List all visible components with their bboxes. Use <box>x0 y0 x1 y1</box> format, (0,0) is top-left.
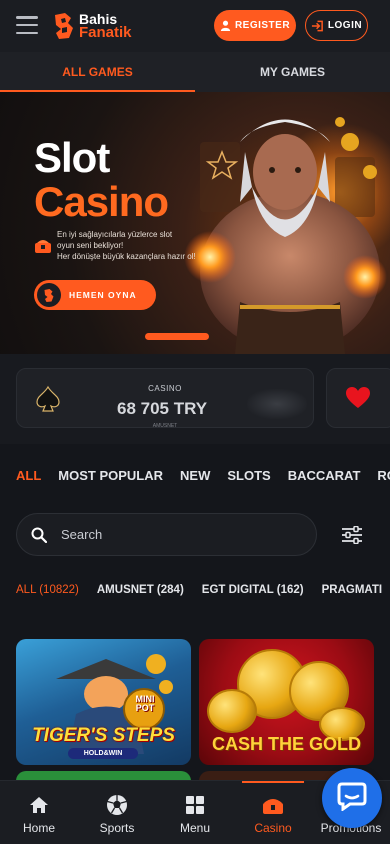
brand-mark-icon <box>37 283 61 307</box>
brand-logo[interactable]: Bahis Fanatik <box>52 10 142 42</box>
game-tile-cash-the-gold[interactable]: CASH THE GOLD <box>199 639 374 765</box>
nav-sports[interactable]: Sports <box>78 781 156 844</box>
hamburger-menu-icon[interactable] <box>16 16 38 34</box>
tab-all-games[interactable]: ALL GAMES <box>0 52 195 92</box>
game-badge: MINI POT <box>135 694 155 713</box>
nav-label: Sports <box>99 821 135 835</box>
category-filter: ALL MOST POPULAR NEW SLOTS BACCARAT RO <box>16 462 390 490</box>
banner-title-slot: Slot <box>34 134 110 181</box>
home-icon <box>29 794 49 816</box>
nav-menu[interactable]: Menu <box>156 781 234 844</box>
login-icon <box>311 20 324 32</box>
nav-label: Casino <box>254 821 292 835</box>
banner-desc-line: Her dönüşte büyük kazançlara hazır ol! <box>57 252 196 261</box>
provider-filter: ALL (10822) AMUSNET (284) EGT DIGITAL (1… <box>16 580 390 600</box>
live-chat-button[interactable] <box>322 768 382 828</box>
provider-egt-digital[interactable]: EGT DIGITAL (162) <box>202 580 304 600</box>
logo-mark-icon <box>52 11 76 41</box>
game-title: TIGER'S STEPS <box>32 725 175 746</box>
casino-chest-icon <box>34 237 52 255</box>
chat-bubble-icon <box>336 781 368 816</box>
nav-label: Menu <box>179 821 211 835</box>
nav-casino[interactable]: Casino <box>234 781 312 844</box>
nav-home[interactable]: Home <box>0 781 78 844</box>
register-button[interactable]: REGISTER <box>214 10 296 41</box>
tab-my-games[interactable]: MY GAMES <box>195 52 390 92</box>
search-bar <box>16 513 317 556</box>
nav-label: Home <box>22 821 55 835</box>
category-slots[interactable]: SLOTS <box>227 462 270 490</box>
app-header: Bahis Fanatik REGISTER LOGIN <box>0 0 390 52</box>
banner-description: En iyi sağlayıcılarla yüzlerce slot oyun… <box>57 229 217 262</box>
game-subtitle: HOLD&WIN <box>68 748 138 759</box>
user-icon <box>220 20 231 31</box>
category-roulette[interactable]: RO <box>377 462 390 490</box>
gold-coin-icon <box>207 689 257 733</box>
banner-slider-indicator[interactable] <box>145 333 209 340</box>
favorites-card[interactable] <box>326 368 390 428</box>
provider-amusnet[interactable]: AMUSNET (284) <box>97 580 184 600</box>
heart-icon <box>345 386 371 410</box>
banner-desc-line: En iyi sağlayıcılarla yüzlerce slot <box>57 230 173 239</box>
provider-pragmatic[interactable]: PRAGMATI <box>322 580 382 600</box>
promo-banner[interactable]: Slot Casino En iyi sağlayıcılarla yüzler… <box>0 92 390 354</box>
login-label: LOGIN <box>327 20 363 31</box>
banner-desc-line: oyun seni bekliyor! <box>57 241 124 250</box>
jackpot-amount: 68 705 TRY <box>117 399 208 418</box>
category-all[interactable]: ALL <box>16 462 41 490</box>
category-new[interactable]: NEW <box>180 462 210 490</box>
zeus-character-illustration <box>184 117 387 354</box>
game-title: CASH THE GOLD <box>211 734 361 754</box>
game-tile-tigers-steps[interactable]: MINI POT TIGER'S STEPS HOLD&WIN <box>16 639 191 765</box>
search-input[interactable] <box>61 527 281 542</box>
soccer-ball-icon <box>106 794 128 816</box>
play-now-button[interactable]: HEMEN OYNA <box>34 280 156 310</box>
register-label: REGISTER <box>234 20 291 31</box>
play-now-label: HEMEN OYNA <box>69 290 137 300</box>
logo-text-fanatik: Fanatik <box>79 24 132 41</box>
grid-icon <box>186 794 204 816</box>
games-tabs: ALL GAMES MY GAMES <box>0 52 390 92</box>
jackpot-carousel: CASINO 68 705 TRY AMUSNET <box>0 354 390 444</box>
category-baccarat[interactable]: BACCARAT <box>288 462 361 490</box>
jackpot-provider: AMUSNET <box>152 423 178 429</box>
search-icon <box>31 527 47 543</box>
provider-all[interactable]: ALL (10822) <box>16 580 79 600</box>
jackpot-decoration <box>247 389 307 419</box>
filter-icon[interactable] <box>337 520 367 550</box>
login-button[interactable]: LOGIN <box>305 10 368 41</box>
banner-title-casino: Casino <box>34 178 169 225</box>
casino-chest-icon <box>262 794 284 816</box>
category-most-popular[interactable]: MOST POPULAR <box>58 462 163 490</box>
jackpot-card[interactable]: CASINO 68 705 TRY AMUSNET <box>16 368 314 429</box>
